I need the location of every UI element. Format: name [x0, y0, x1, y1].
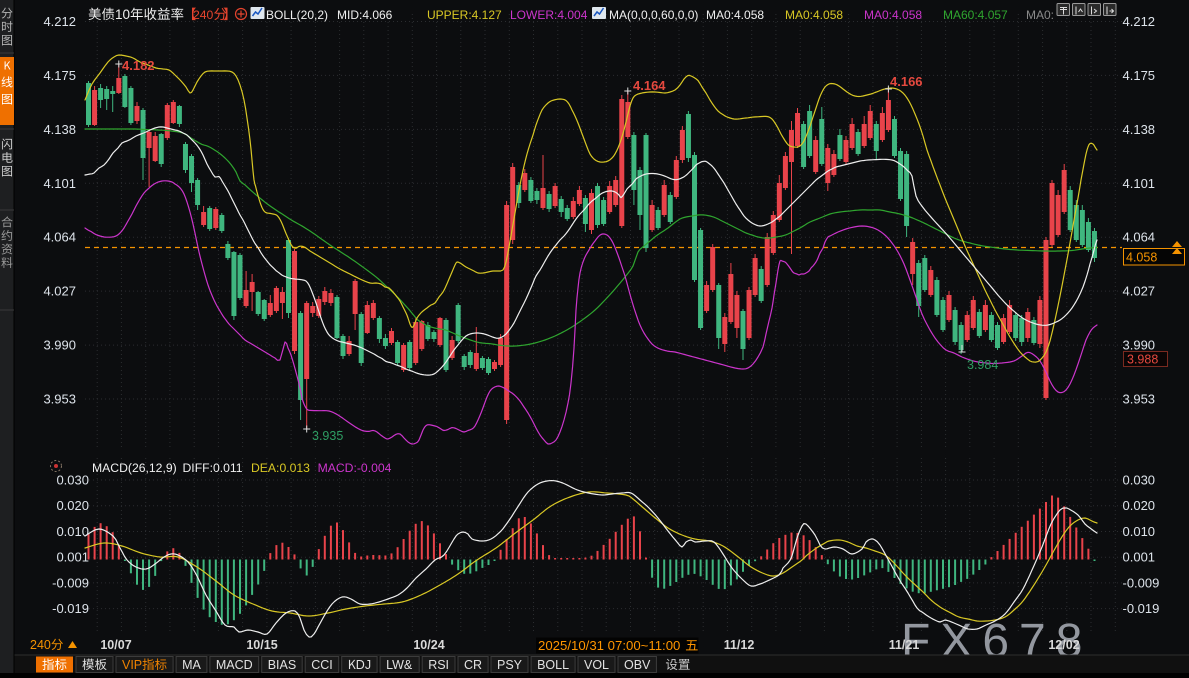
svg-text:4.138: 4.138 [43, 122, 76, 137]
svg-text:-0.009: -0.009 [52, 575, 89, 590]
svg-text:DEA:0.013: DEA:0.013 [251, 461, 310, 475]
svg-text:240: 240 [30, 638, 51, 652]
svg-text:4.101: 4.101 [43, 176, 76, 191]
svg-text:10/24: 10/24 [413, 638, 444, 652]
svg-text:VOL: VOL [584, 658, 609, 672]
svg-text:4.101: 4.101 [1123, 176, 1156, 191]
svg-text:4.027: 4.027 [1123, 284, 1156, 299]
svg-text:MA0:: MA0: [1026, 8, 1054, 22]
svg-text:MA0:4.058: MA0:4.058 [785, 8, 843, 22]
svg-text:4.027: 4.027 [43, 284, 76, 299]
svg-text:MA60:4.057: MA60:4.057 [943, 8, 1008, 22]
svg-text:3.984: 3.984 [967, 358, 998, 372]
svg-text:0.001: 0.001 [56, 550, 89, 565]
svg-text:0.020: 0.020 [1123, 498, 1156, 513]
svg-text:4.182: 4.182 [122, 58, 155, 73]
svg-text:OBV: OBV [624, 658, 651, 672]
svg-text:3.935: 3.935 [312, 429, 343, 443]
svg-text:MA: MA [182, 658, 201, 672]
svg-text:BOLL(20,2): BOLL(20,2) [266, 8, 328, 22]
svg-text:0.010: 0.010 [56, 524, 89, 539]
svg-text:MA0:4.058: MA0:4.058 [864, 8, 922, 22]
svg-text:PSY: PSY [497, 658, 523, 672]
svg-text:DJ: DJ [356, 658, 371, 672]
svg-text:0.030: 0.030 [56, 473, 89, 488]
svg-text:3.953: 3.953 [1123, 392, 1156, 407]
svg-text:MA0:4.058: MA0:4.058 [706, 8, 764, 22]
svg-text:MID:4.066: MID:4.066 [337, 8, 393, 22]
svg-text:3.990: 3.990 [43, 338, 76, 353]
svg-text:3.988: 3.988 [1127, 353, 1158, 367]
svg-text:CR: CR [464, 658, 482, 672]
svg-text:-0.009: -0.009 [1123, 575, 1160, 590]
svg-text:4.064: 4.064 [43, 230, 76, 245]
svg-text:12/02: 12/02 [1048, 638, 1079, 652]
svg-text:-0.019: -0.019 [1123, 601, 1160, 616]
svg-text:RSI: RSI [428, 658, 449, 672]
svg-text:0.020: 0.020 [56, 498, 89, 513]
svg-text:2025/10/31 07:00~11:00: 2025/10/31 07:00~11:00 [538, 638, 680, 653]
svg-text:240: 240 [193, 8, 214, 22]
svg-text:LOWER:4.004: LOWER:4.004 [510, 8, 588, 22]
svg-text:BOLL: BOLL [537, 658, 569, 672]
svg-text:11/12: 11/12 [724, 638, 755, 652]
svg-text:10/15: 10/15 [246, 638, 277, 652]
svg-text:MACD(26,12,9): MACD(26,12,9) [92, 461, 177, 475]
svg-text:MACD: MACD [216, 658, 253, 672]
svg-text:4.064: 4.064 [1123, 230, 1156, 245]
svg-text:VIP: VIP [122, 658, 142, 672]
svg-text:0.010: 0.010 [1123, 524, 1156, 539]
svg-text:UPPER:4.127: UPPER:4.127 [427, 8, 502, 22]
svg-text:3.990: 3.990 [1123, 338, 1156, 353]
svg-text:11/21: 11/21 [889, 638, 920, 652]
svg-text:MA(0,0,0,60,0,0): MA(0,0,0,60,0,0) [609, 8, 698, 22]
svg-text:3.953: 3.953 [43, 392, 76, 407]
svg-text:4.212: 4.212 [1123, 14, 1156, 29]
svg-text:MACD:-0.004: MACD:-0.004 [318, 461, 392, 475]
svg-text:10/07: 10/07 [100, 638, 131, 652]
svg-text:CCI: CCI [311, 658, 333, 672]
svg-text:LW&: LW& [386, 658, 413, 672]
svg-text:4.175: 4.175 [43, 68, 76, 83]
svg-text:DIFF:0.011: DIFF:0.011 [183, 461, 243, 475]
svg-text:4.166: 4.166 [890, 74, 923, 89]
svg-text:BIAS: BIAS [268, 658, 297, 672]
svg-text:4.212: 4.212 [43, 14, 76, 29]
svg-text:4.138: 4.138 [1123, 122, 1156, 137]
svg-text:4.175: 4.175 [1123, 68, 1156, 83]
svg-text:0.030: 0.030 [1123, 473, 1156, 488]
svg-text:4.164: 4.164 [633, 78, 666, 93]
svg-text:-0.019: -0.019 [52, 601, 89, 616]
svg-text:10: 10 [115, 7, 130, 22]
svg-text:0.001: 0.001 [1123, 550, 1156, 565]
svg-text:4.058: 4.058 [1126, 251, 1157, 265]
